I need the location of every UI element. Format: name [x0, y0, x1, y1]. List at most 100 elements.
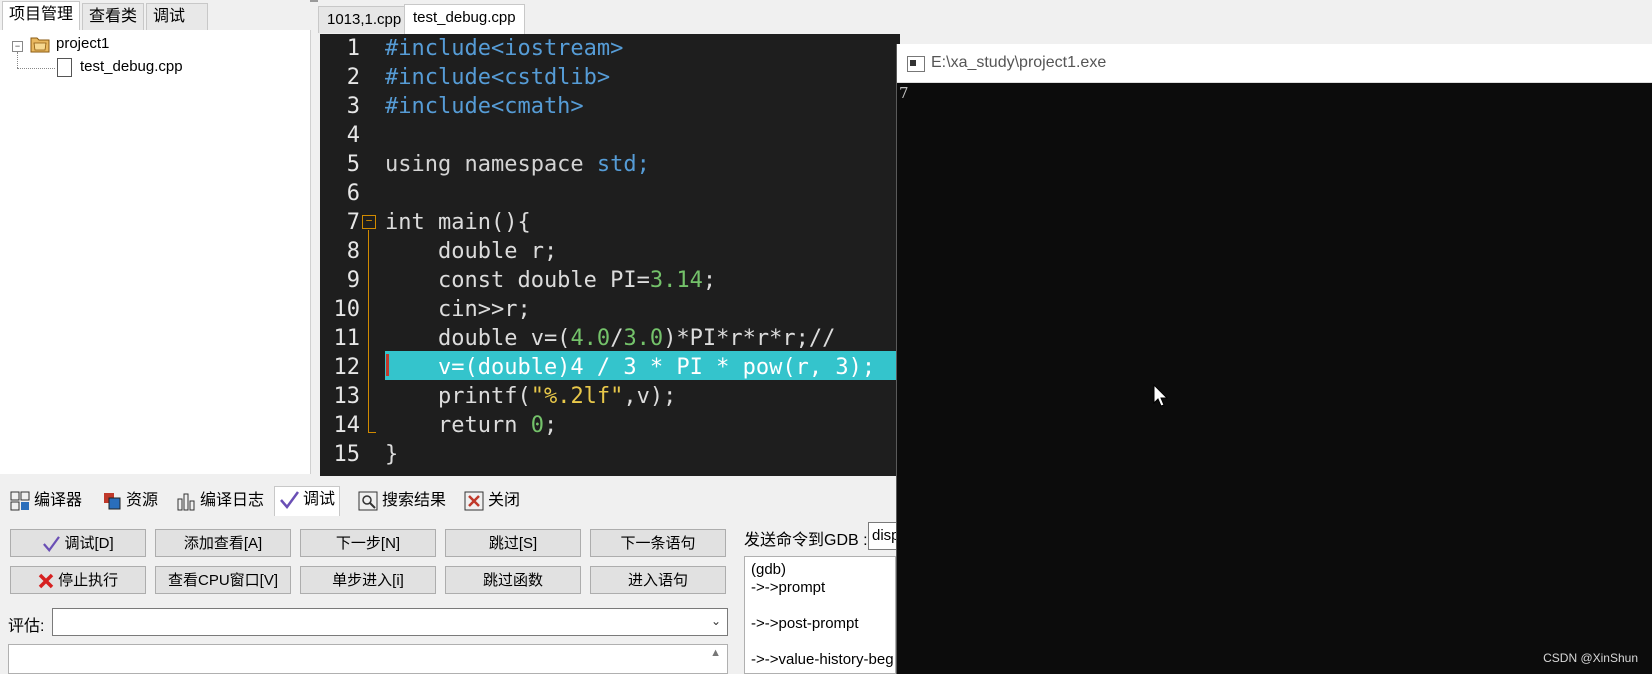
- step-into-button[interactable]: 单步进入[i]: [300, 566, 436, 594]
- evaluate-input[interactable]: ⌄: [52, 608, 728, 636]
- skip-function-button[interactable]: 跳过函数: [445, 566, 581, 594]
- code-token: 3.14: [649, 268, 703, 293]
- code-line: double r;: [385, 239, 558, 264]
- code-token: printf(: [385, 384, 531, 409]
- bar-chart-icon: [177, 493, 195, 511]
- code-line: using namespace std;: [385, 150, 650, 179]
- tab-debug[interactable]: 调试: [274, 486, 341, 516]
- enter-statement-button[interactable]: 进入语句: [590, 566, 726, 594]
- scroll-up-icon[interactable]: ▲: [710, 647, 721, 659]
- check-icon: [280, 491, 299, 509]
- next-statement-button[interactable]: 下一条语句: [590, 529, 726, 557]
- code-token: ;: [702, 268, 717, 293]
- code-token: std;: [596, 152, 650, 177]
- tab-label: 编译日志: [200, 492, 265, 509]
- fold-guide: [368, 230, 369, 432]
- tab-label: 编译器: [34, 492, 83, 509]
- stop-icon: [38, 573, 54, 589]
- cpu-window-button[interactable]: 查看CPU窗口[V]: [155, 566, 291, 594]
- tab-label: 关闭: [488, 492, 521, 509]
- code-line: printf("%.2lf",v);: [385, 382, 676, 411]
- console-output: 7: [899, 84, 909, 102]
- tab-file-test-debug[interactable]: test_debug.cpp: [404, 4, 525, 35]
- line-number: 7: [346, 210, 360, 235]
- code-token: /: [610, 326, 624, 351]
- project-tree: − project1 test_debug.cpp: [0, 30, 311, 474]
- gdb-output-log: (gdb) ->->prompt ->->post-prompt ->->val…: [744, 556, 896, 674]
- tab-compiler[interactable]: 编译器: [6, 488, 86, 514]
- evaluate-output: ▲: [8, 644, 728, 674]
- tab-label: 搜索结果: [382, 492, 447, 509]
- fold-toggle-icon[interactable]: −: [362, 215, 376, 229]
- line-number: 9: [346, 268, 360, 293]
- tab-resources[interactable]: 资源: [98, 488, 162, 514]
- line-number: 1: [346, 36, 360, 61]
- code-token: ;: [543, 413, 558, 438]
- code-line: int main(){: [385, 210, 531, 235]
- add-watch-button[interactable]: 添加查看[A]: [155, 529, 291, 557]
- line-gutter: 1 2 3 4 5 6 7 8 9 10 11 12 13 14 15: [320, 34, 364, 476]
- line-number: 12: [333, 355, 361, 380]
- line-number: 8: [346, 239, 360, 264]
- console-window[interactable]: E:\xa_study\project1.exe 7: [896, 44, 1652, 674]
- tab-debug-view[interactable]: 调试: [146, 3, 208, 30]
- watermark: CSDN @XinShun: [1543, 651, 1638, 665]
- gdb-log-line: ->->value-history-beg: [751, 651, 894, 668]
- code-line: #include<cstdlib>: [385, 65, 611, 90]
- gdb-log-line: (gdb): [751, 561, 787, 578]
- skip-button[interactable]: 跳过[S]: [445, 529, 581, 557]
- line-number: 15: [333, 442, 361, 467]
- code-line: double v=(4.0/3.0)*PI*r*r*r;//: [385, 324, 835, 353]
- check-icon: [43, 536, 61, 553]
- chevron-down-icon[interactable]: ⌄: [711, 614, 721, 628]
- tab-close[interactable]: 关闭: [460, 488, 524, 514]
- collapse-icon[interactable]: −: [12, 41, 23, 52]
- console-title: E:\xa_study\project1.exe: [931, 54, 1107, 71]
- line-number: 5: [346, 152, 360, 177]
- mouse-pointer-icon: [1153, 384, 1169, 407]
- tab-project-manager[interactable]: 项目管理: [2, 1, 81, 31]
- code-line: }: [385, 442, 399, 467]
- line-number: 11: [333, 326, 361, 351]
- line-number: 14: [333, 413, 361, 438]
- tab-class-view[interactable]: 查看类: [82, 3, 145, 30]
- tab-file-1013[interactable]: 1013,1.cpp: [318, 6, 411, 33]
- next-step-button[interactable]: 下一步[N]: [300, 529, 436, 557]
- search-icon: [358, 491, 378, 511]
- left-panel-tabs: 项目管理 查看类 调试: [0, 0, 310, 31]
- stop-execution-button[interactable]: 停止执行: [10, 566, 146, 594]
- tab-search-results[interactable]: 搜索结果: [354, 488, 450, 514]
- code-line: #include<cmath>: [385, 94, 584, 119]
- debug-button[interactable]: 调试[D]: [10, 529, 146, 557]
- file-icon: [57, 58, 72, 77]
- editor-tabs: 1013,1.cpp test_debug.cpp: [318, 0, 1652, 35]
- tab-compile-log[interactable]: 编译日志: [172, 488, 268, 514]
- code-token: using namespace: [385, 152, 597, 177]
- code-token: )*PI*r*r*r;//: [663, 326, 836, 351]
- line-number: 13: [333, 384, 361, 409]
- code-token: double v=(: [385, 326, 571, 351]
- code-token: 4.0: [570, 326, 611, 351]
- gdb-log-line: ->->prompt: [751, 579, 826, 596]
- code-token: 3.0: [623, 326, 664, 351]
- line-number: 6: [346, 181, 360, 206]
- fold-guide-end: [368, 432, 376, 433]
- line-number: 4: [346, 123, 360, 148]
- code-line: return 0;: [385, 411, 557, 440]
- code-token: const double PI=: [385, 268, 650, 293]
- tree-item-file[interactable]: test_debug.cpp: [80, 57, 183, 77]
- tree-item-project[interactable]: project1: [56, 34, 109, 54]
- gdb-log-line: ->->post-prompt: [751, 615, 859, 632]
- gdb-command-label: 发送命令到GDB :: [744, 532, 868, 549]
- evaluate-label: 评估:: [8, 618, 45, 635]
- bottom-panel-tabs: 编译器 资源 编译日志 调试 搜索结果 关闭: [0, 486, 896, 516]
- line-number: 10: [333, 297, 361, 322]
- code-token: "%.2lf": [530, 384, 624, 409]
- tree-connector: [17, 52, 19, 68]
- tree-connector: [17, 68, 55, 70]
- console-titlebar[interactable]: E:\xa_study\project1.exe: [897, 44, 1652, 83]
- project-folder-icon: [30, 37, 50, 53]
- resources-icon: [104, 492, 121, 510]
- console-app-icon: [907, 56, 925, 72]
- code-editor[interactable]: 1 2 3 4 5 6 7 8 9 10 11 12 13 14 15 − #i…: [320, 34, 900, 476]
